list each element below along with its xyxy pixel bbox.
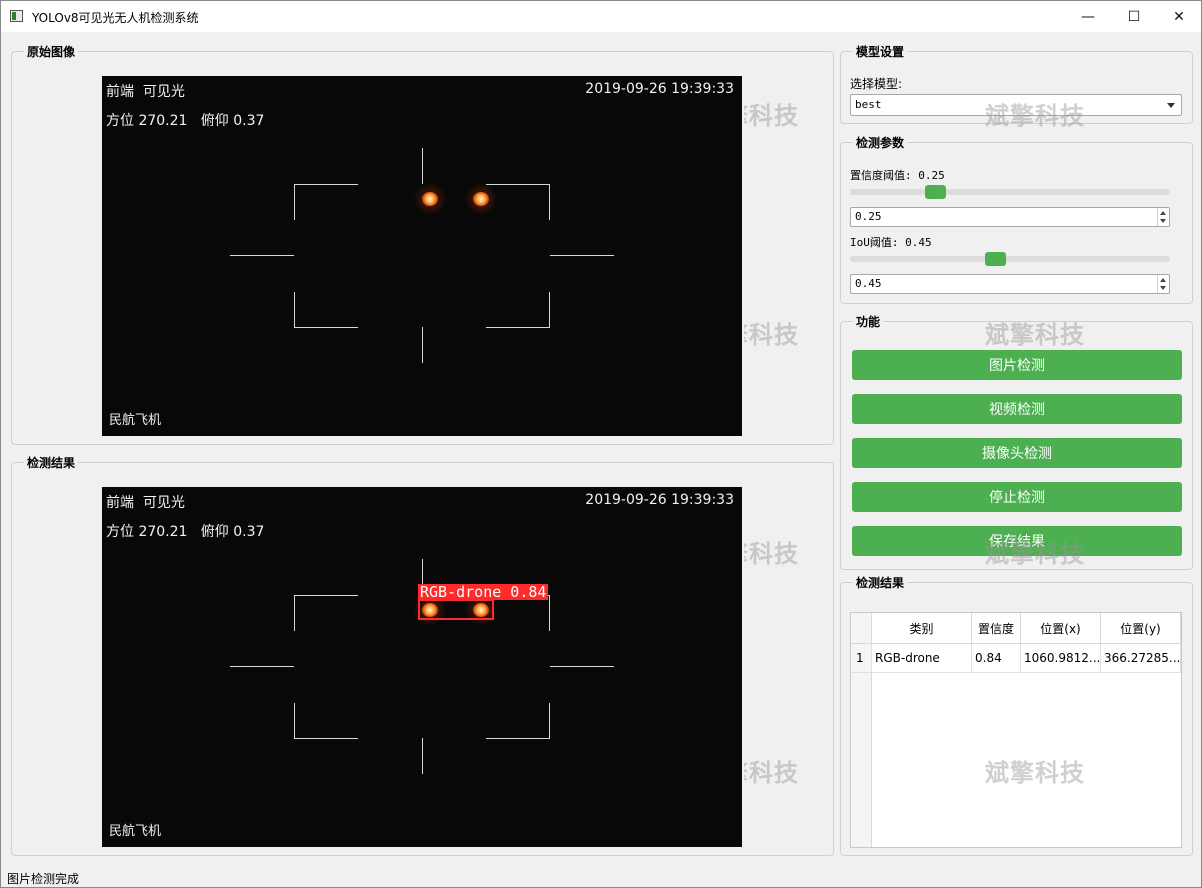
row-index[interactable]: 1	[851, 644, 872, 673]
reticle-corner	[486, 738, 550, 739]
spin-buttons[interactable]	[1157, 275, 1169, 293]
reticle-corner	[486, 327, 550, 328]
model-select-value: best	[855, 98, 882, 111]
functions-group: 功能 图片检测 视频检测 摄像头检测 停止检测 保存结果	[840, 313, 1193, 570]
column-header-class[interactable]: 类别	[872, 613, 972, 644]
confidence-label: 置信度阈值: 0.25	[850, 169, 945, 182]
reticle-corner	[294, 738, 358, 739]
detect-params-title: 检测参数	[853, 134, 908, 151]
table-cell-x[interactable]: 1060.9812...	[1021, 644, 1101, 673]
reticle-corner	[549, 292, 550, 328]
reticle-line	[422, 148, 423, 184]
reticle-corner	[294, 184, 358, 185]
reticle-corner	[294, 703, 295, 739]
table-cell-y[interactable]: 366.27285...	[1101, 644, 1181, 673]
iou-value: 0.45	[855, 277, 882, 290]
reticle-corner	[294, 292, 295, 328]
confidence-slider[interactable]	[850, 189, 1170, 195]
reticle-corner	[486, 184, 550, 185]
original-image-group: 原始图像 前端 可见光 2019-09-26 19:39:33 方位 270.2…	[11, 43, 834, 445]
spin-up-icon[interactable]	[1160, 278, 1166, 282]
model-select[interactable]: best	[850, 94, 1182, 116]
detection-box	[418, 599, 494, 620]
spin-down-icon[interactable]	[1160, 286, 1166, 290]
drone-light	[422, 192, 438, 206]
column-header-y[interactable]: 位置(y)	[1101, 613, 1181, 644]
osd-orientation: 方位 270.21 俯仰 0.37	[106, 113, 265, 129]
chevron-down-icon	[1167, 103, 1175, 108]
iou-spinbox[interactable]: 0.45	[850, 274, 1170, 294]
reticle-corner	[549, 703, 550, 739]
result-image-view: 前端 可见光 2019-09-26 19:39:33 方位 270.21 俯仰 …	[102, 487, 742, 847]
detection-result-title: 检测结果	[24, 454, 79, 471]
reticle-line	[422, 738, 423, 774]
camera-detect-button[interactable]: 摄像头检测	[852, 438, 1182, 468]
column-header-confidence[interactable]: 置信度	[972, 613, 1021, 644]
spin-buttons[interactable]	[1157, 208, 1169, 226]
osd-target-type: 民航飞机	[109, 413, 162, 428]
table-corner[interactable]	[851, 613, 872, 644]
results-table-title: 检测结果	[853, 574, 908, 591]
save-result-button[interactable]: 保存结果	[852, 526, 1182, 556]
model-select-label: 选择模型:	[850, 77, 903, 91]
original-image-title: 原始图像	[24, 43, 79, 60]
osd-target-type: 民航飞机	[109, 824, 162, 839]
detect-params-group: 检测参数 置信度阈值: 0.25 0.25 IoU阈值: 0.45 0.45	[840, 134, 1193, 304]
title-bar: YOLOv8可见光无人机检测系统 — ☐ ✕	[1, 1, 1201, 32]
model-settings-title: 模型设置	[853, 43, 908, 60]
table-cell-confidence[interactable]: 0.84	[972, 644, 1021, 673]
reticle-line	[230, 255, 294, 256]
iou-slider-handle[interactable]	[984, 252, 1006, 266]
column-header-x[interactable]: 位置(x)	[1021, 613, 1101, 644]
reticle-line	[550, 666, 614, 667]
osd-orientation: 方位 270.21 俯仰 0.37	[106, 524, 265, 540]
main-window: YOLOv8可见光无人机检测系统 — ☐ ✕ 原始图像 前端 可见光 2019-…	[0, 0, 1202, 888]
reticle-corner	[294, 595, 358, 596]
functions-title: 功能	[853, 313, 884, 330]
row-header-column	[851, 644, 872, 847]
reticle-corner	[549, 184, 550, 220]
iou-label: IoU阈值: 0.45	[850, 236, 932, 249]
app-icon	[10, 10, 23, 22]
reticle-line	[550, 255, 614, 256]
minimize-button[interactable]: —	[1065, 1, 1111, 32]
spin-up-icon[interactable]	[1160, 211, 1166, 215]
spin-down-icon[interactable]	[1160, 219, 1166, 223]
original-image-view: 前端 可见光 2019-09-26 19:39:33 方位 270.21 俯仰 …	[102, 76, 742, 436]
confidence-spinbox[interactable]: 0.25	[850, 207, 1170, 227]
osd-mode: 前端 可见光	[106, 84, 185, 100]
reticle-line	[230, 666, 294, 667]
image-detect-button[interactable]: 图片检测	[852, 350, 1182, 380]
video-detect-button[interactable]: 视频检测	[852, 394, 1182, 424]
table-cell-class[interactable]: RGB-drone	[872, 644, 972, 673]
reticle-line	[422, 327, 423, 363]
results-table[interactable]: 类别 置信度 位置(x) 位置(y) 1 RGB-drone 0.84 1060…	[850, 612, 1182, 848]
osd-timestamp: 2019-09-26 19:39:33	[585, 492, 734, 508]
osd-mode: 前端 可见光	[106, 495, 185, 511]
iou-slider[interactable]	[850, 256, 1170, 262]
confidence-slider-handle[interactable]	[924, 185, 946, 199]
osd-timestamp: 2019-09-26 19:39:33	[585, 81, 734, 97]
close-button[interactable]: ✕	[1156, 1, 1202, 32]
drone-light	[473, 192, 489, 206]
detection-result-group: 检测结果 前端 可见光 2019-09-26 19:39:33 方位 270.2…	[11, 454, 834, 856]
status-bar: 图片检测完成	[7, 872, 80, 886]
stop-detect-button[interactable]: 停止检测	[852, 482, 1182, 512]
reticle-corner	[294, 184, 295, 220]
reticle-corner	[294, 595, 295, 631]
window-title: YOLOv8可见光无人机检测系统	[32, 11, 199, 25]
detection-label: RGB-drone 0.84	[418, 583, 549, 601]
results-table-group: 检测结果 类别 置信度 位置(x) 位置(y) 1 RGB-drone 0.84…	[840, 574, 1193, 856]
reticle-corner	[549, 595, 550, 631]
confidence-value: 0.25	[855, 210, 882, 223]
maximize-button[interactable]: ☐	[1111, 1, 1157, 32]
model-settings-group: 模型设置 选择模型: best	[840, 43, 1193, 124]
reticle-corner	[294, 327, 358, 328]
